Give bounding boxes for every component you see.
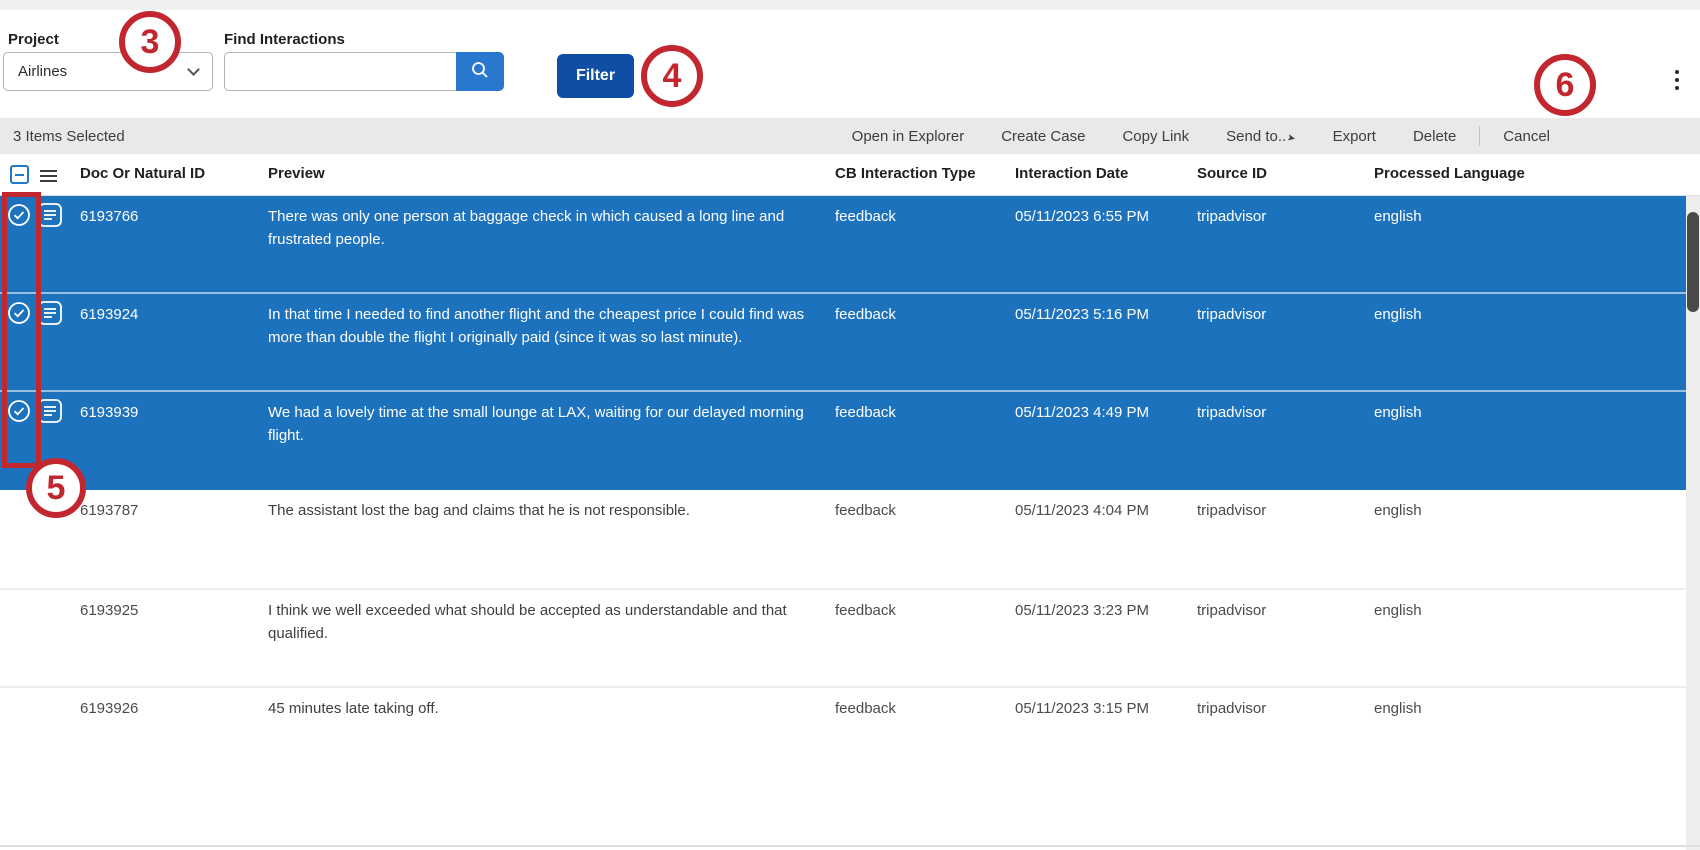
- cell-source-id: tripadvisor: [1197, 303, 1266, 326]
- row-selected-check-icon[interactable]: [7, 301, 31, 330]
- cell-preview: The assistant lost the bag and claims th…: [268, 499, 816, 522]
- items-selected-count: 3 Items Selected: [13, 128, 125, 145]
- cell-preview: There was only one person at baggage che…: [268, 205, 816, 251]
- cell-interaction-type: feedback: [835, 303, 896, 326]
- copy-link-button[interactable]: Copy Link: [1122, 128, 1189, 145]
- cell-interaction-type: feedback: [835, 697, 896, 720]
- cell-doc-id: 6193924: [80, 303, 138, 326]
- cell-source-id: tripadvisor: [1197, 697, 1266, 720]
- column-header-doc-id[interactable]: Doc Or Natural ID: [80, 165, 205, 182]
- find-interactions-group: [224, 52, 504, 91]
- column-header-interaction-type[interactable]: CB Interaction Type: [835, 165, 976, 182]
- top-strip: [0, 0, 1700, 10]
- hamburger-menu-icon[interactable]: [40, 167, 57, 185]
- cell-preview: 45 minutes late taking off.: [268, 697, 816, 720]
- cell-processed-language: english: [1374, 401, 1422, 424]
- cell-interaction-type: feedback: [835, 205, 896, 228]
- create-case-button[interactable]: Create Case: [1001, 128, 1085, 145]
- cell-interaction-type: feedback: [835, 401, 896, 424]
- cell-source-id: tripadvisor: [1197, 401, 1266, 424]
- cell-doc-id: 6193939: [80, 401, 138, 424]
- row-selected-check-icon[interactable]: [7, 203, 31, 232]
- table-row[interactable]: 6193926 45 minutes late taking off. feed…: [0, 686, 1700, 784]
- cell-interaction-date: 05/11/2023 3:23 PM: [1015, 599, 1149, 622]
- send-to-button[interactable]: Send to..➤: [1226, 128, 1295, 145]
- search-input[interactable]: [224, 52, 456, 91]
- filter-button[interactable]: Filter: [557, 54, 634, 98]
- find-interactions-label: Find Interactions: [224, 31, 345, 48]
- cell-preview: We had a lovely time at the small lounge…: [268, 401, 816, 447]
- cell-doc-id: 6193926: [80, 697, 138, 720]
- chevron-down-icon: [187, 63, 200, 76]
- kebab-menu-icon[interactable]: [1666, 62, 1688, 98]
- cell-source-id: tripadvisor: [1197, 599, 1266, 622]
- bottom-divider: [0, 845, 1700, 847]
- cell-interaction-date: 05/11/2023 4:04 PM: [1015, 499, 1149, 522]
- cell-source-id: tripadvisor: [1197, 205, 1266, 228]
- row-document-icon[interactable]: [36, 397, 64, 430]
- row-document-icon[interactable]: [36, 201, 64, 234]
- table-row[interactable]: 6193939 We had a lovely time at the smal…: [0, 392, 1700, 490]
- cell-doc-id: 6193925: [80, 599, 138, 622]
- row-selected-check-icon[interactable]: [7, 399, 31, 428]
- cell-interaction-type: feedback: [835, 599, 896, 622]
- indeterminate-dash-icon: [15, 174, 24, 176]
- cell-processed-language: english: [1374, 303, 1422, 326]
- cell-doc-id: 6193787: [80, 499, 138, 522]
- cell-processed-language: english: [1374, 697, 1422, 720]
- cell-processed-language: english: [1374, 499, 1422, 522]
- search-button[interactable]: [456, 52, 504, 91]
- column-header-processed-language[interactable]: Processed Language: [1374, 165, 1525, 182]
- table-body: 6193766 There was only one person at bag…: [0, 196, 1700, 784]
- project-select[interactable]: Airlines: [3, 52, 213, 91]
- project-selected-value: Airlines: [18, 63, 189, 80]
- cell-preview: In that time I needed to find another fl…: [268, 303, 816, 349]
- selection-toolbar: 3 Items Selected Open in Explorer Create…: [0, 118, 1700, 154]
- cancel-button[interactable]: Cancel: [1503, 128, 1550, 145]
- cell-preview: I think we well exceeded what should be …: [268, 599, 816, 645]
- table-row[interactable]: 6193787 The assistant lost the bag and c…: [0, 490, 1700, 588]
- toolbar-actions: Open in Explorer Create Case Copy Link S…: [852, 126, 1700, 146]
- annotation-badge-6: 6: [1534, 54, 1596, 116]
- cell-interaction-date: 05/11/2023 3:15 PM: [1015, 697, 1149, 720]
- open-in-explorer-button[interactable]: Open in Explorer: [852, 128, 965, 145]
- table-row[interactable]: 6193925 I think we well exceeded what sh…: [0, 588, 1700, 686]
- annotation-badge-4: 4: [641, 45, 703, 107]
- project-label: Project: [8, 31, 59, 48]
- cell-processed-language: english: [1374, 205, 1422, 228]
- cell-interaction-date: 05/11/2023 4:49 PM: [1015, 401, 1149, 424]
- row-document-icon[interactable]: [36, 299, 64, 332]
- cell-source-id: tripadvisor: [1197, 499, 1266, 522]
- cell-processed-language: english: [1374, 599, 1422, 622]
- column-header-preview[interactable]: Preview: [268, 165, 325, 182]
- column-header-source-id[interactable]: Source ID: [1197, 165, 1267, 182]
- delete-button[interactable]: Delete: [1413, 128, 1456, 145]
- table-row[interactable]: 6193766 There was only one person at bag…: [0, 196, 1700, 294]
- export-button[interactable]: Export: [1333, 128, 1376, 145]
- cell-interaction-date: 05/11/2023 5:16 PM: [1015, 303, 1149, 326]
- column-header-interaction-date[interactable]: Interaction Date: [1015, 165, 1128, 182]
- cell-doc-id: 6193766: [80, 205, 138, 228]
- select-all-checkbox[interactable]: [10, 165, 29, 184]
- vertical-scrollbar-thumb[interactable]: [1687, 212, 1699, 312]
- toolbar-divider: [1479, 126, 1480, 146]
- send-to-arrow-icon: ➤: [1286, 132, 1296, 145]
- table-row[interactable]: 6193924 In that time I needed to find an…: [0, 294, 1700, 392]
- search-icon: [470, 60, 490, 83]
- cell-interaction-date: 05/11/2023 6:55 PM: [1015, 205, 1149, 228]
- cell-interaction-type: feedback: [835, 499, 896, 522]
- table-header: Doc Or Natural ID Preview CB Interaction…: [0, 154, 1700, 196]
